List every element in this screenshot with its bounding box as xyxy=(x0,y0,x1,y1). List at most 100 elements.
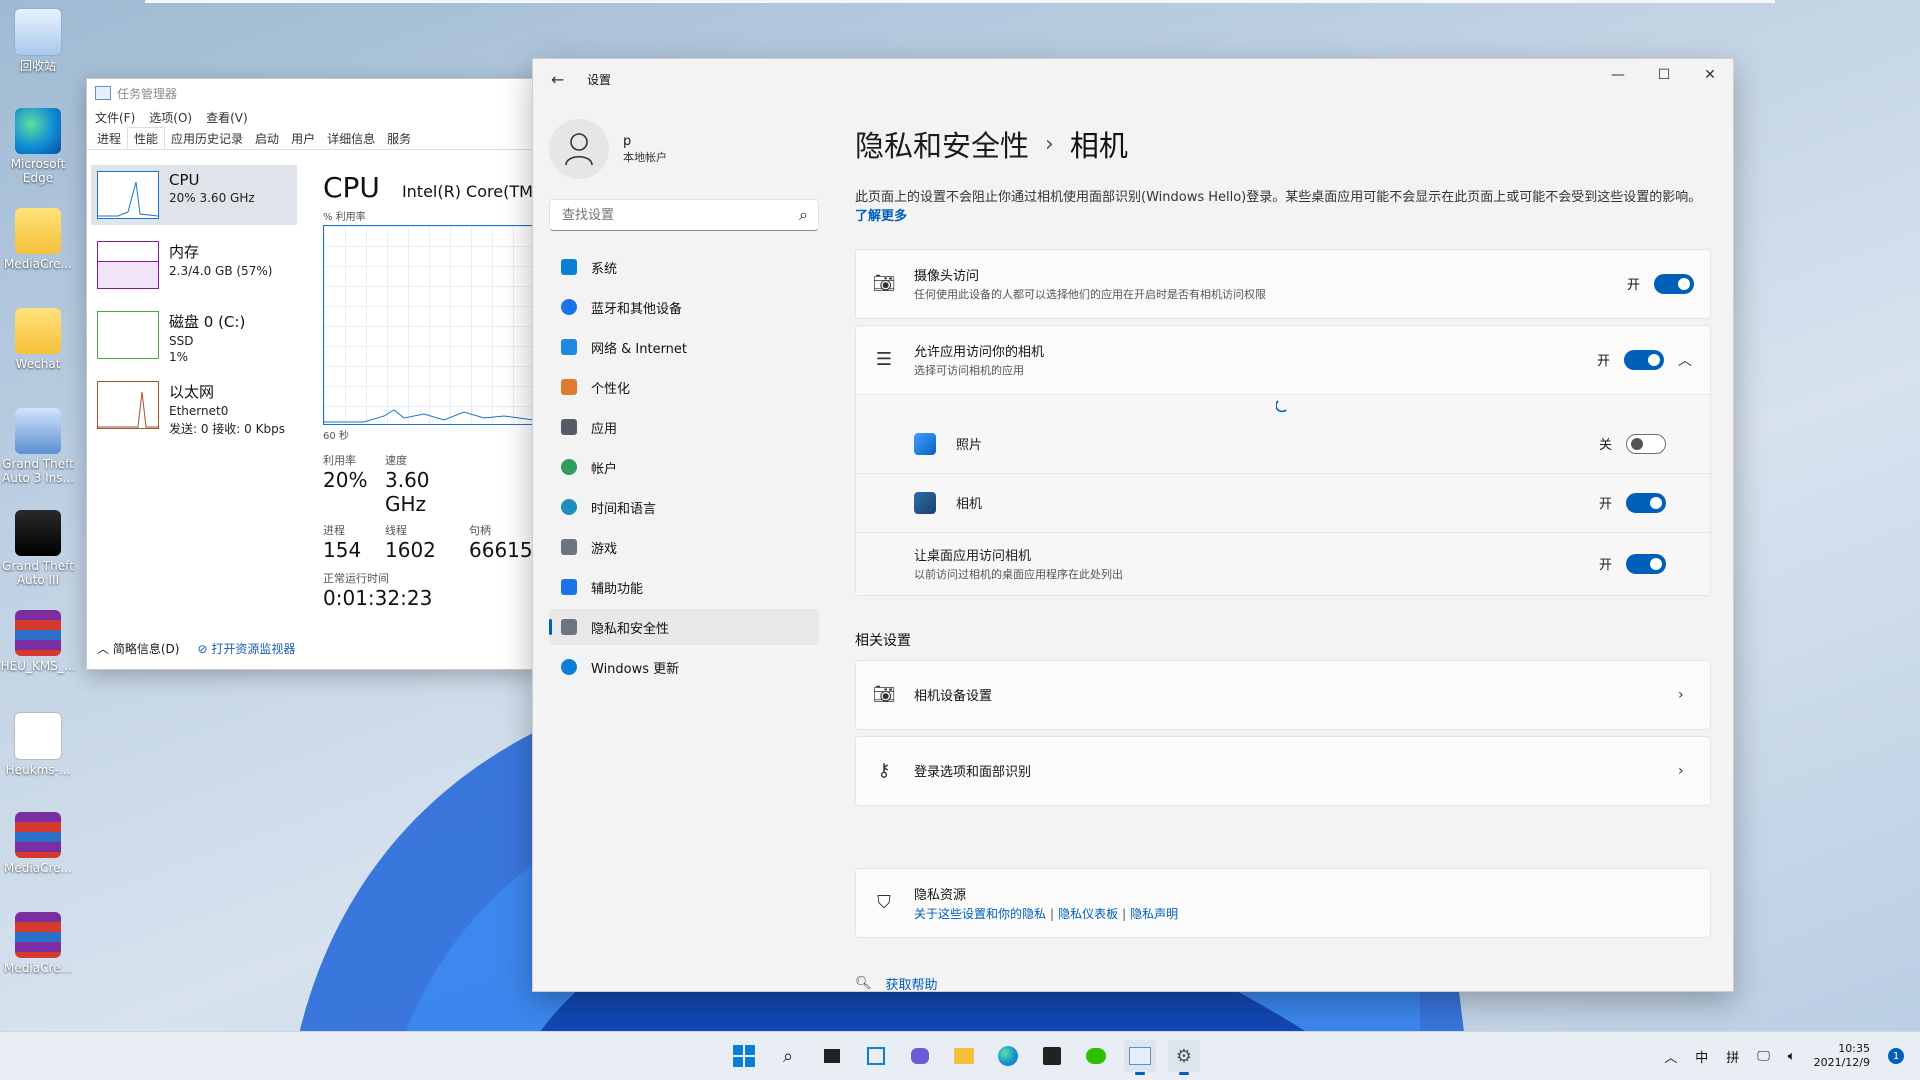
tab-performance[interactable]: 性能 xyxy=(127,127,166,149)
menu-view[interactable]: 查看(V) xyxy=(206,109,248,126)
cpu-detail-panel: CPU Intel(R) Core(TM % 利用率 60 秒 利用率 20% 速… xyxy=(323,171,543,610)
heu-kms-shortcut[interactable]: HEU_KMS_... xyxy=(0,610,76,674)
profile-account-type: 本地帐户 xyxy=(623,150,667,164)
recycle-bin-shortcut[interactable]: 回收站 xyxy=(0,8,76,74)
task-manager-titlebar[interactable]: 任务管理器 xyxy=(87,79,537,107)
nav-item-apps[interactable]: 应用 xyxy=(549,409,819,445)
camera-access-toggle[interactable] xyxy=(1654,273,1694,294)
nav-item-accounts[interactable]: 帐户 xyxy=(549,449,819,485)
sign-in-options-row[interactable]: ⚷ 登录选项和面部识别 › xyxy=(856,737,1710,805)
perf-item-disk[interactable]: 磁盘 0 (C:) SSD 1% xyxy=(91,305,297,365)
app-access-row[interactable]: ☰ 允许应用访问你的相机 选择可访问相机的应用 开 ︿ xyxy=(856,326,1710,394)
back-arrow-icon[interactable]: ← xyxy=(551,70,565,89)
fewer-details-label: 简略信息(D) xyxy=(112,642,180,656)
search-button[interactable]: ⌕ xyxy=(772,1040,804,1072)
menu-file[interactable]: 文件(F) xyxy=(95,109,135,126)
update-icon xyxy=(561,659,577,675)
nav-item-gaming[interactable]: 游戏 xyxy=(549,529,819,565)
learn-more-link[interactable]: 了解更多 xyxy=(855,209,907,224)
perf-item-ethernet[interactable]: 以太网 Ethernet0 发送: 0 接收: 0 Kbps xyxy=(91,375,297,436)
nav-item-label: 系统 xyxy=(591,261,618,277)
fewer-details-button[interactable]: ︿ 简略信息(D) xyxy=(97,640,179,657)
chevron-up-icon[interactable]: ︿ xyxy=(1664,1047,1677,1066)
privacy-link-about[interactable]: 关于这些设置和你的隐私 xyxy=(914,907,1046,921)
edge-shortcut[interactable]: Microsoft Edge xyxy=(0,108,76,186)
nav-item-windows-update[interactable]: Windows 更新 xyxy=(549,649,819,685)
edge-button[interactable] xyxy=(992,1040,1024,1072)
start-button[interactable] xyxy=(728,1040,760,1072)
nav-item-privacy-security[interactable]: 隐私和安全性 xyxy=(549,609,819,645)
minimize-button[interactable]: — xyxy=(1595,59,1641,91)
nav-item-system[interactable]: 系统 xyxy=(549,249,819,285)
mediacreation-archive-shortcut[interactable]: MediaCre... xyxy=(0,812,76,876)
nav-item-label: 辅助功能 xyxy=(591,581,644,597)
widgets-button[interactable] xyxy=(860,1040,892,1072)
gta3-installer-shortcut[interactable]: Grand Theft Auto 3 Ins... xyxy=(0,408,76,486)
nav-item-network[interactable]: 网络 & Internet xyxy=(549,329,819,365)
desktop-apps-toggle[interactable] xyxy=(1626,553,1666,574)
task-view-button[interactable] xyxy=(816,1040,848,1072)
nav-item-label: 时间和语言 xyxy=(591,501,657,517)
tab-users[interactable]: 用户 xyxy=(285,128,321,149)
app-access-toggle[interactable] xyxy=(1624,349,1664,370)
teams-chat-button[interactable] xyxy=(904,1040,936,1072)
perf-item-memory[interactable]: 内存 2.3/4.0 GB (57%) xyxy=(91,235,297,295)
processes-label: 进程 xyxy=(323,524,345,537)
settings-titlebar[interactable]: ← 设置 — ☐ ✕ xyxy=(533,59,1733,99)
related-card-sign-in[interactable]: ⚷ 登录选项和面部识别 › xyxy=(855,735,1711,806)
keyboard-layout-indicator[interactable]: 拼 xyxy=(1726,1047,1739,1066)
nav-item-bluetooth[interactable]: 蓝牙和其他设备 xyxy=(549,289,819,325)
perf-item-detail: Ethernet0 xyxy=(169,404,229,418)
camera-access-title: 摄像头访问 xyxy=(914,269,980,285)
wechat-folder-shortcut[interactable]: Wechat xyxy=(0,308,76,372)
settings-button[interactable]: ⚙ xyxy=(1168,1040,1200,1075)
related-card-camera-device[interactable]: 📷︎ 相机设备设置 › xyxy=(855,659,1711,730)
store-button[interactable] xyxy=(1036,1040,1068,1072)
breadcrumb-parent[interactable]: 隐私和安全性 xyxy=(855,123,1029,165)
utilization-label: 利用率 xyxy=(323,454,356,467)
mediacreation-folder-shortcut[interactable]: MediaCre... xyxy=(0,208,76,272)
camera-device-settings-row[interactable]: 📷︎ 相机设备设置 › xyxy=(856,661,1710,729)
privacy-link-dashboard[interactable]: 隐私仪表板 xyxy=(1058,907,1118,921)
privacy-link-statement[interactable]: 隐私声明 xyxy=(1130,907,1178,921)
settings-search-input[interactable] xyxy=(560,206,764,224)
tab-app-history[interactable]: 应用历史记录 xyxy=(165,128,249,149)
menu-options[interactable]: 选项(O) xyxy=(149,109,192,126)
privacy-resources-title: 隐私资源 xyxy=(914,887,967,903)
uptime-label: 正常运行时间 xyxy=(323,572,389,585)
tab-startup[interactable]: 启动 xyxy=(249,128,285,149)
tab-processes[interactable]: 进程 xyxy=(91,128,127,149)
gta3-shortcut[interactable]: Grand Theft Auto III xyxy=(0,510,76,588)
maximize-button[interactable]: ☐ xyxy=(1641,59,1687,91)
nav-item-personalization[interactable]: 个性化 xyxy=(549,369,819,405)
profile-card[interactable]: p 本地帐户 xyxy=(549,117,819,181)
photos-camera-toggle[interactable] xyxy=(1626,433,1666,454)
page-title: 相机 xyxy=(1069,129,1128,163)
nav-item-accessibility[interactable]: 辅助功能 xyxy=(549,569,819,605)
open-resource-monitor-link[interactable]: ⊘ 打开资源监视器 xyxy=(197,640,295,657)
clock[interactable]: 10:35 2021/12/9 xyxy=(1814,1042,1870,1071)
task-manager-button[interactable] xyxy=(1124,1040,1156,1075)
heukms-file-shortcut[interactable]: Heukms-... xyxy=(0,712,76,778)
ime-indicator[interactable]: 中 xyxy=(1695,1047,1708,1066)
volume-icon[interactable]: 🔈︎ xyxy=(1788,1049,1796,1064)
chevron-up-icon[interactable]: ︿ xyxy=(1678,350,1694,370)
avatar xyxy=(549,119,609,179)
wechat-button[interactable] xyxy=(1080,1040,1112,1072)
camera-access-state: 开 xyxy=(1626,278,1640,294)
camera-app-toggle[interactable] xyxy=(1626,492,1666,513)
network-icon[interactable]: 🖵︎ xyxy=(1757,1049,1770,1064)
tab-services[interactable]: 服务 xyxy=(381,128,417,149)
close-button[interactable]: ✕ xyxy=(1687,59,1733,91)
cpu-graph-label: % 利用率 xyxy=(323,212,366,223)
mediacreation-archive-shortcut[interactable]: MediaCre... xyxy=(0,912,76,976)
app-state: 关 xyxy=(1598,438,1612,454)
tab-details[interactable]: 详细信息 xyxy=(321,128,381,149)
nav-item-time-language[interactable]: 时间和语言 xyxy=(549,489,819,525)
file-explorer-button[interactable] xyxy=(948,1040,980,1072)
notification-badge[interactable]: 1 xyxy=(1888,1048,1904,1064)
perf-item-cpu[interactable]: CPU 20% 3.60 GHz xyxy=(91,165,297,225)
settings-search-box[interactable]: ⌕ xyxy=(549,199,819,231)
get-help-link[interactable]: 🔍︎ 获取帮助 xyxy=(855,974,1711,991)
computer-icon xyxy=(15,408,61,454)
